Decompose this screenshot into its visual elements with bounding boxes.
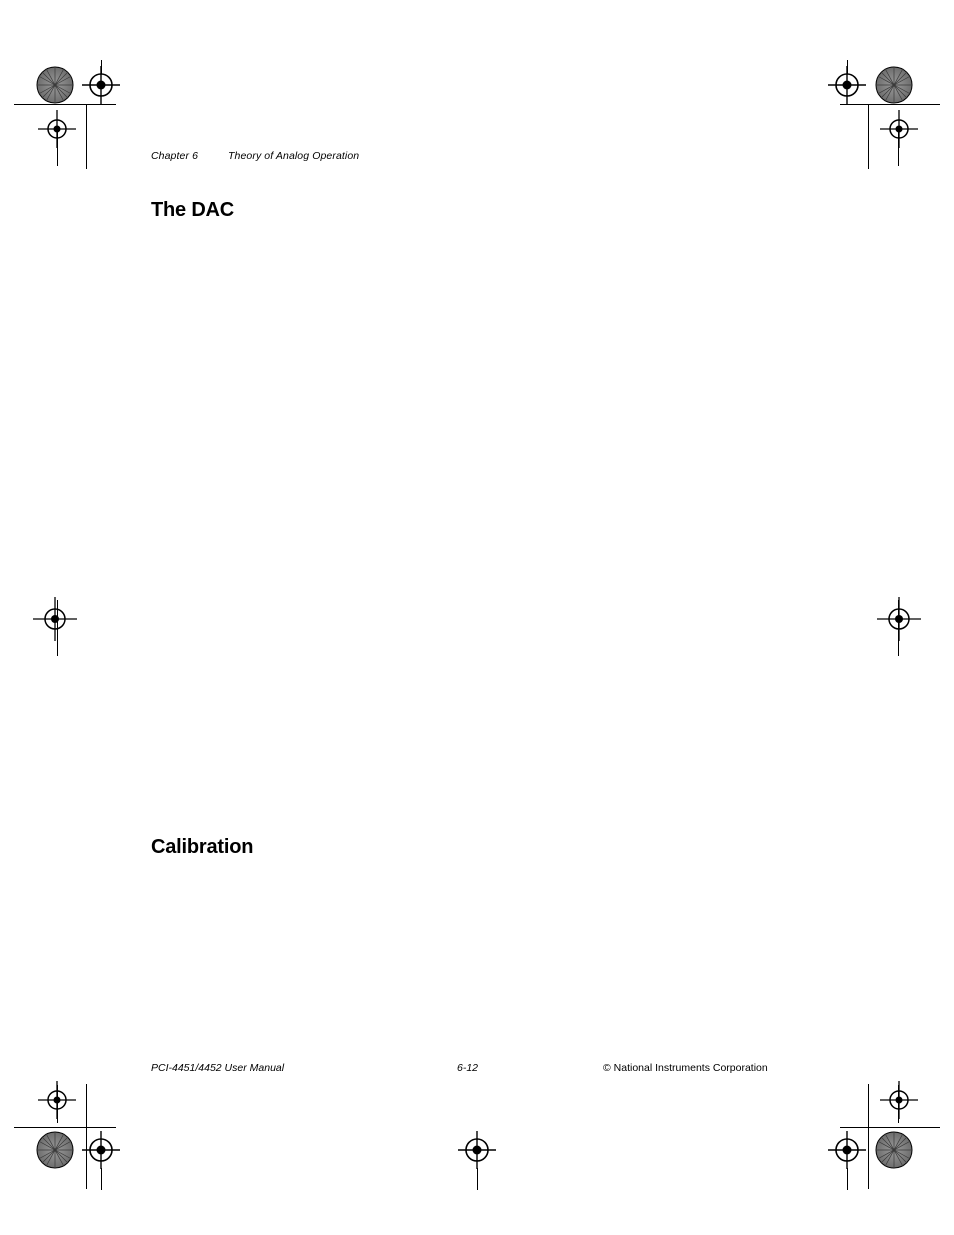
footer-manual-title: PCI-4451/4452 User Manual bbox=[151, 1062, 285, 1074]
halftone-dot-icon bbox=[875, 1131, 913, 1174]
trim-rule-line bbox=[898, 128, 899, 166]
page-content: Chapter 6 Theory of Analog Operation The … bbox=[0, 0, 954, 1235]
registration-crosshair-icon bbox=[880, 110, 918, 153]
registration-crosshair-icon bbox=[880, 1081, 918, 1124]
trim-rule-line bbox=[898, 1085, 899, 1123]
trim-rule-line bbox=[57, 128, 58, 166]
trim-rule-line bbox=[847, 60, 848, 74]
trim-rule-line bbox=[477, 1168, 478, 1190]
trim-rule-line bbox=[868, 105, 869, 169]
running-head-chapter: Chapter 6 bbox=[151, 150, 199, 162]
trim-rule-line bbox=[898, 600, 899, 656]
halftone-dot-icon bbox=[36, 66, 74, 109]
trim-rule-line bbox=[101, 60, 102, 74]
trim-rule-line bbox=[847, 1168, 848, 1190]
trim-rule-line bbox=[86, 1084, 87, 1189]
footer-copyright: © National Instruments Corporation bbox=[603, 1062, 768, 1074]
registration-crosshair-icon bbox=[877, 597, 921, 646]
registration-crosshair-icon bbox=[33, 597, 77, 646]
halftone-dot-icon bbox=[875, 66, 913, 109]
halftone-dot-icon bbox=[36, 1131, 74, 1174]
trim-rule-line bbox=[57, 600, 58, 656]
trim-rule-line bbox=[57, 1085, 58, 1123]
trim-rule-line bbox=[840, 104, 940, 105]
trim-rule-line bbox=[14, 104, 116, 105]
trim-rule-line bbox=[868, 1084, 869, 1189]
running-head: Chapter 6 Theory of Analog Operation bbox=[151, 150, 359, 162]
heading-the-dac: The DAC bbox=[151, 199, 235, 221]
trim-rule-line bbox=[14, 1127, 116, 1128]
trim-rule-line bbox=[101, 1168, 102, 1190]
heading-calibration: Calibration bbox=[151, 836, 254, 858]
footer-page-number: 6-12 bbox=[457, 1062, 479, 1074]
trim-rule-line bbox=[86, 105, 87, 169]
running-head-title: Theory of Analog Operation bbox=[228, 150, 360, 162]
trim-rule-line bbox=[840, 1127, 940, 1128]
